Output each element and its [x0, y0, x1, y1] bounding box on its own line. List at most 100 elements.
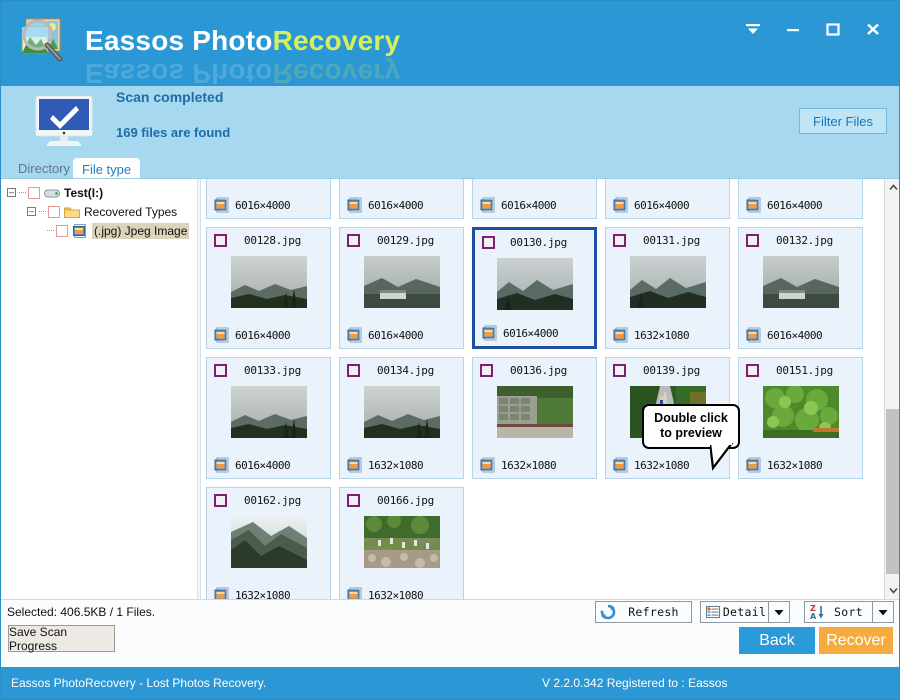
refresh-button[interactable]: Refresh: [595, 601, 692, 623]
image-dimensions: 1632×1080: [634, 458, 690, 472]
application-window: Eassos PhotoRecovery Eassos PhotoRecover…: [0, 0, 900, 700]
tab-file-type[interactable]: File type: [73, 158, 141, 180]
thumbnail-cell[interactable]: 6016×4000: [206, 179, 331, 219]
tab-directory[interactable]: Directory: [9, 158, 80, 178]
maximize-button[interactable]: [813, 12, 853, 46]
thumbnail-cell[interactable]: 00132.jpg 6016×4000: [738, 227, 863, 349]
thumbnail-cell[interactable]: 00151.jpg 1632×1080: [738, 357, 863, 479]
cell-footer: 1632×1080: [340, 586, 463, 599]
thumbnail-cell[interactable]: 00162.jpg 1632×1080: [206, 487, 331, 599]
folder-icon: [64, 205, 80, 219]
tree-node-label: Test(I:): [64, 185, 104, 200]
thumbnail-image: [496, 258, 573, 310]
thumbnail-image: [230, 386, 307, 438]
cell-footer: 1632×1080: [207, 586, 330, 599]
cell-header: 00162.jpg: [207, 491, 330, 509]
thumbnail-cell[interactable]: 00128.jpg 6016×4000: [206, 227, 331, 349]
jpeg-file-icon: [482, 325, 497, 341]
file-checkbox[interactable]: [482, 235, 495, 249]
save-scan-progress-button[interactable]: Save Scan Progress: [8, 625, 115, 653]
jpeg-file-icon: [214, 327, 229, 343]
thumbnail-cell[interactable]: 00133.jpg 6016×4000: [206, 357, 331, 479]
tab-strip: Directory File type: [1, 156, 899, 180]
cell-header: 00131.jpg: [606, 231, 729, 249]
file-name: 00139.jpg: [643, 363, 700, 377]
vertical-scrollbar[interactable]: [884, 179, 899, 599]
thumbnail-image: [363, 256, 440, 308]
file-checkbox[interactable]: [746, 233, 759, 247]
close-button[interactable]: [853, 12, 893, 46]
expander-icon[interactable]: –: [7, 188, 16, 197]
cell-header: 00129.jpg: [340, 231, 463, 249]
file-name: 00128.jpg: [244, 233, 301, 247]
thumbnail-cell[interactable]: 6016×4000: [605, 179, 730, 219]
app-title-main: Eassos Photo: [85, 25, 273, 56]
scrollbar-thumb[interactable]: [886, 409, 899, 574]
thumbnail-cell[interactable]: 00166.jpg 1632×1080: [339, 487, 464, 599]
chevron-down-icon[interactable]: [872, 602, 893, 622]
image-dimensions: 6016×4000: [235, 328, 291, 342]
cell-header: 00130.jpg: [475, 233, 594, 251]
file-checkbox[interactable]: [214, 363, 227, 377]
cell-footer: 6016×4000: [207, 456, 330, 474]
thumbnail-grid: 6016×4000 6016×4000 6016×4000 6016×4000 …: [202, 179, 883, 599]
jpeg-file-icon: [347, 197, 362, 213]
tree-checkbox[interactable]: [28, 186, 40, 199]
cell-footer: 6016×4000: [340, 196, 463, 214]
jpeg-file-icon: [480, 457, 495, 473]
thumbnail-image: [762, 386, 839, 438]
panel-splitter[interactable]: [197, 179, 201, 599]
tree-connector: [39, 210, 46, 213]
tree-node-jpeg-image[interactable]: (.jpg) Jpeg Image: [1, 221, 197, 240]
file-name: 00134.jpg: [377, 363, 434, 377]
jpeg-file-icon: [214, 587, 229, 599]
file-checkbox[interactable]: [480, 363, 493, 377]
tooltip-line-2: to preview: [660, 426, 722, 440]
thumbnail-cell[interactable]: 6016×4000: [738, 179, 863, 219]
jpeg-file-icon: [746, 457, 761, 473]
file-name: 00166.jpg: [377, 493, 434, 507]
sort-za-icon: Z A: [809, 604, 825, 621]
status-bar-product-text: Eassos PhotoRecovery - Lost Photos Recov…: [11, 676, 267, 690]
thumbnail-image: [230, 516, 307, 568]
scroll-up-icon[interactable]: [885, 179, 899, 196]
cell-footer: 6016×4000: [475, 324, 594, 342]
file-checkbox[interactable]: [746, 363, 759, 377]
thumbnail-cell[interactable]: 00134.jpg 1632×1080: [339, 357, 464, 479]
tree-checkbox[interactable]: [56, 224, 68, 237]
thumbnail-cell[interactable]: 00129.jpg 6016×4000: [339, 227, 464, 349]
cell-footer: 1632×1080: [473, 456, 596, 474]
detail-dropdown-button[interactable]: Detail: [700, 601, 790, 623]
image-dimensions: 1632×1080: [235, 588, 291, 600]
file-checkbox[interactable]: [214, 493, 227, 507]
file-checkbox[interactable]: [347, 233, 360, 247]
file-type-tree: – Test(I:) – Recovered Types (.jpg) Jpeg…: [1, 183, 197, 240]
thumbnail-cell[interactable]: 00136.jpg 1632×1080: [472, 357, 597, 479]
thumbnail-image: [629, 256, 706, 308]
back-button[interactable]: Back: [739, 627, 815, 654]
thumbnail-cell[interactable]: 00131.jpg 1632×1080: [605, 227, 730, 349]
cell-footer: 1632×1080: [739, 456, 862, 474]
file-checkbox[interactable]: [347, 363, 360, 377]
thumbnail-cell[interactable]: 00130.jpg 6016×4000: [472, 227, 597, 349]
tree-checkbox[interactable]: [48, 205, 60, 218]
recover-button[interactable]: Recover: [819, 627, 893, 654]
thumbnail-image: [363, 386, 440, 438]
filter-files-button[interactable]: Filter Files: [799, 108, 887, 134]
tree-node-recovered-types[interactable]: – Recovered Types: [1, 202, 197, 221]
sort-dropdown-button[interactable]: Z A Sort: [804, 601, 894, 623]
chevron-down-icon[interactable]: [768, 602, 789, 622]
minimize-button[interactable]: [773, 12, 813, 46]
file-checkbox[interactable]: [613, 233, 626, 247]
file-checkbox[interactable]: [613, 363, 626, 377]
thumbnail-cell[interactable]: 6016×4000: [472, 179, 597, 219]
collapse-button[interactable]: [733, 12, 773, 46]
tree-node-drive[interactable]: – Test(I:): [1, 183, 197, 202]
expander-icon[interactable]: –: [27, 207, 36, 216]
thumbnail-cell[interactable]: 6016×4000: [339, 179, 464, 219]
scroll-down-icon[interactable]: [885, 582, 899, 599]
file-checkbox[interactable]: [214, 233, 227, 247]
file-checkbox[interactable]: [347, 493, 360, 507]
file-type-tree-panel: – Test(I:) – Recovered Types (.jpg) Jpeg…: [1, 179, 197, 599]
jpeg-file-icon: [613, 327, 628, 343]
